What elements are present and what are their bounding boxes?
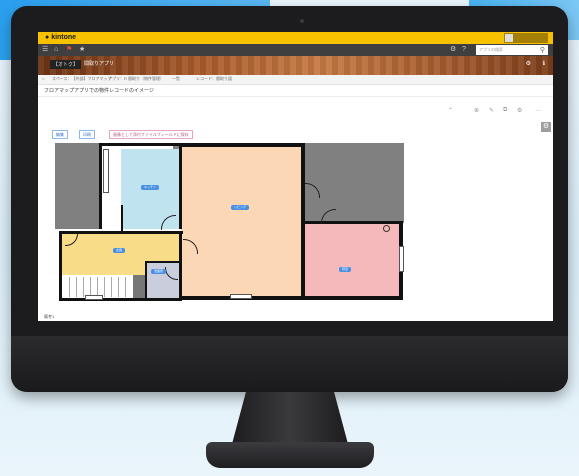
divider <box>38 96 553 97</box>
kintone-header: ● kintone <box>38 32 553 44</box>
copy-icon[interactable]: ⧉ <box>503 107 507 114</box>
breadcrumb-record: レコード：間取り図 <box>196 76 232 81</box>
print-button[interactable]: 印刷 <box>79 130 95 139</box>
more-icon[interactable]: … <box>535 107 541 113</box>
wall <box>179 296 403 300</box>
record-title: フロアマップアプリでの物件レコードのイメージ <box>44 88 154 94</box>
bedroom-room[interactable] <box>305 223 401 297</box>
room-label-kitchen[interactable]: キッチン <box>141 185 160 190</box>
edit-button[interactable]: 編集 <box>52 130 68 139</box>
breadcrumb-space[interactable]: スペース：【外部】フロアマップ <box>52 76 112 82</box>
monitor-chin <box>11 336 568 392</box>
app-tag: 【オトク】 <box>50 60 82 69</box>
footer-note: 備考1 <box>44 314 55 319</box>
add-icon[interactable]: ⊕ <box>474 107 479 114</box>
outside-area-left <box>55 143 100 229</box>
app-info-icon[interactable]: ℹ <box>543 60 545 67</box>
menu-icon[interactable]: ☰ <box>42 46 48 54</box>
breadcrumb-app[interactable]: アプリ：R 間取り（物件管理） <box>108 76 164 82</box>
living-room[interactable] <box>181 147 301 297</box>
logo-text: kintone <box>51 34 77 41</box>
room-label-bedroom[interactable]: 寝室 <box>339 267 352 272</box>
wall <box>145 261 147 299</box>
wall <box>59 231 62 301</box>
window <box>85 295 103 300</box>
edit-icon[interactable]: ✎ <box>489 107 494 114</box>
chevron-up-icon[interactable]: ⌃ <box>448 107 453 114</box>
wall <box>121 205 123 231</box>
notification-icon[interactable]: ⚑ <box>66 46 72 54</box>
wall <box>179 143 304 147</box>
window <box>399 246 404 272</box>
attach-image-button[interactable]: 画像として添付ファイルフィールドに保存 <box>109 130 193 139</box>
star-icon[interactable]: ★ <box>79 46 85 54</box>
breadcrumb-list[interactable]: 一覧 <box>172 76 180 82</box>
user-menu[interactable] <box>504 33 548 43</box>
floor-plan: キッチン リビング 玄関 寝室 洗面所 <box>55 143 404 306</box>
wall <box>59 298 181 301</box>
monitor-base <box>206 442 374 468</box>
search-placeholder: アプリの検索 <box>479 47 503 52</box>
wall <box>301 223 305 299</box>
outside-area-right <box>305 143 404 223</box>
side-settings-icon[interactable]: ⚙ <box>541 122 551 132</box>
webcam <box>300 19 304 23</box>
banner-texture <box>38 56 553 75</box>
settings-icon[interactable]: ⚙ <box>450 46 456 54</box>
wall <box>179 143 182 229</box>
monitor-stand <box>232 392 348 444</box>
kintone-logo[interactable]: ● kintone <box>45 34 76 41</box>
global-navigation: ☰ ⌂ ⚑ ★ ⚙ ? アプリの検索 ⚲ <box>38 44 553 56</box>
wall <box>145 261 181 263</box>
wall <box>179 231 182 301</box>
window <box>103 149 109 193</box>
wall <box>99 143 102 229</box>
avatar <box>505 34 513 42</box>
wall <box>301 221 401 224</box>
help-icon[interactable]: ? <box>462 46 466 54</box>
breadcrumb: ⌂ スペース：【外部】フロアマップ アプリ：R 間取り（物件管理） 一覧 レコー… <box>38 75 553 85</box>
gear-icon[interactable]: ⚙ <box>517 107 522 114</box>
window <box>230 294 252 299</box>
app-banner: 【オトク】 間取りアプリ ⚙ ℹ <box>38 56 553 75</box>
home-icon[interactable]: ⌂ <box>54 46 58 54</box>
search-icon[interactable]: ⚲ <box>540 46 545 54</box>
stair-steps <box>63 277 129 297</box>
room-label-living[interactable]: リビング <box>231 205 250 210</box>
app-settings-icon[interactable]: ⚙ <box>526 60 531 67</box>
room-label-washroom[interactable]: 洗面所 <box>151 269 167 274</box>
wall <box>99 143 183 146</box>
app-title[interactable]: 間取りアプリ <box>84 60 114 67</box>
search-box[interactable]: アプリの検索 ⚲ <box>476 45 548 55</box>
room-label-entrance[interactable]: 玄関 <box>113 248 126 253</box>
screen: ● kintone ☰ ⌂ ⚑ ★ ⚙ ? アプリの検索 ⚲ 【オトク】 間取り… <box>38 32 553 321</box>
fixture-circle <box>383 225 390 232</box>
breadcrumb-home-icon[interactable]: ⌂ <box>42 76 44 81</box>
